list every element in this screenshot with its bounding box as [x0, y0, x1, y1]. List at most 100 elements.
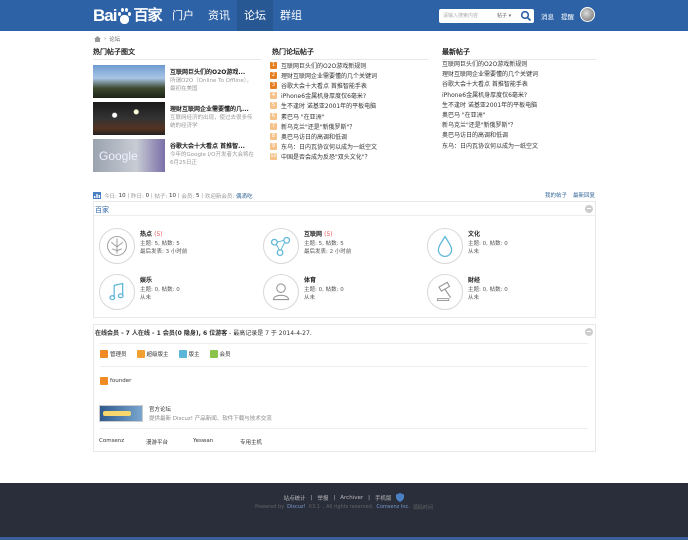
- comsenz-link[interactable]: Comsenz Inc.: [376, 504, 409, 511]
- search-box[interactable]: 请输入搜索内容 帖子 ▾: [439, 9, 534, 23]
- moderator-icon: [178, 350, 187, 358]
- list-item[interactable]: 6 素巴马 "在亚洲": [270, 111, 430, 121]
- friend-link[interactable]: Yeswan: [193, 438, 240, 446]
- forum-item[interactable]: 娱乐 主题: 0, 帖数: 0 从未: [93, 271, 253, 313]
- discuz-link[interactable]: Discuz!: [287, 504, 305, 511]
- shield-icon[interactable]: [396, 493, 405, 502]
- rank-badge: 2: [270, 71, 277, 79]
- collapse-icon[interactable]: [585, 328, 593, 336]
- hot-icon[interactable]: [99, 228, 135, 264]
- list-item[interactable]: 1 互联网巨头们的O2O游戏新规则: [270, 60, 430, 70]
- google-logo: Google: [99, 149, 138, 163]
- list-item[interactable]: 4 iPhone6金属机身厚度仅6毫米?: [270, 91, 430, 101]
- footer-archiver-link[interactable]: Archiver: [340, 495, 363, 501]
- list-item[interactable]: 2 理财互联网企业需要懂的几个关键词: [270, 70, 430, 80]
- search-icon[interactable]: [520, 10, 532, 22]
- list-item[interactable]: iPhone6金属机身厚度仅6毫米?: [442, 91, 597, 101]
- avatar[interactable]: [580, 7, 595, 22]
- list-item[interactable]: 5 生不逢时 诺基亚2001年的平板电脑: [270, 101, 430, 111]
- category-title[interactable]: 百家: [95, 205, 109, 215]
- forum-stats: 今日: 10 | 昨日: 0 | 帖子: 10 | 会员: 5 | 欢迎新会员:…: [93, 191, 595, 200]
- hot-topics-title: 热门论坛帖子: [272, 47, 428, 60]
- forum-name[interactable]: 热点: [140, 231, 152, 238]
- online-user[interactable]: founder: [100, 377, 131, 385]
- admin-icon: [100, 350, 108, 358]
- list-item[interactable]: 互联网巨头们的O2O游戏新规则: [442, 60, 597, 70]
- online-header[interactable]: 在线会员 - 7 人在线 - 1 会员(0 隐身), 6 位游客 - 最高记录是…: [94, 325, 595, 339]
- forum-name[interactable]: 财经: [468, 277, 480, 284]
- footer-mobile-link[interactable]: 手机版: [375, 494, 392, 502]
- breadcrumb: › 论坛: [94, 35, 120, 43]
- nav-groups[interactable]: 群组: [273, 0, 309, 31]
- footer-stats-link[interactable]: 站点统计: [284, 494, 306, 502]
- divider: [100, 343, 588, 344]
- search-input[interactable]: 请输入搜索内容: [443, 12, 478, 19]
- thumbnail[interactable]: Google: [93, 139, 165, 172]
- forum-name[interactable]: 娱乐: [140, 277, 152, 284]
- user-link[interactable]: founder: [110, 378, 131, 384]
- forum-item[interactable]: 体育 主题: 0, 帖数: 0 从未: [257, 271, 417, 313]
- nav-forum[interactable]: 论坛: [237, 0, 273, 31]
- pic-item[interactable]: 互联网巨头们的O2O游戏... 所谓O2O（Online To Offline）…: [93, 65, 268, 98]
- thumbnail[interactable]: [93, 102, 165, 135]
- member-icon: [209, 350, 218, 358]
- search-scope-select[interactable]: 帖子 ▾: [497, 12, 511, 19]
- list-item[interactable]: 9 东乌：日内瓦协议何以成为一纸空文: [270, 142, 430, 152]
- pic-item[interactable]: Google 谷歌大会十大看点 首推智... 今年的Google I/O开发者大…: [93, 139, 268, 172]
- forum-item[interactable]: 文化 主题: 0, 帖数: 0 从未: [421, 225, 581, 267]
- friend-link[interactable]: Comsenz: [99, 438, 146, 446]
- collapse-icon[interactable]: [585, 205, 593, 213]
- rank-badge: 10: [270, 153, 277, 161]
- forum-name[interactable]: 体育: [304, 277, 316, 284]
- thumbnail[interactable]: [93, 65, 165, 98]
- list-item[interactable]: 生不逢时 诺基亚2001年的平板电脑: [442, 101, 597, 111]
- paw-icon: [117, 7, 132, 24]
- messages-link[interactable]: 消息: [541, 11, 554, 21]
- list-item[interactable]: 10 中国是否会成为反恐"双头文化"？: [270, 152, 430, 162]
- nav-news[interactable]: 资讯: [201, 0, 237, 31]
- forum-item[interactable]: 热点 (5) 主题: 5, 帖数: 5 最后发表: 3 小时前: [93, 225, 253, 267]
- list-item[interactable]: 新乌克兰"还是"新俄罗斯"？: [442, 121, 597, 131]
- nav-portal[interactable]: 门户: [165, 0, 201, 31]
- list-item[interactable]: 东乌：日内瓦协议何以成为一纸空文: [442, 142, 597, 152]
- rank-badge: 6: [270, 112, 277, 120]
- list-item[interactable]: 谷歌大会十大看点 首推智能手表: [442, 80, 597, 90]
- breadcrumb-forum[interactable]: 论坛: [109, 35, 120, 43]
- new-member-link[interactable]: 偶滴吃: [236, 192, 253, 200]
- friend-link[interactable]: 专用主机: [240, 438, 262, 446]
- logo-text: Bai: [93, 6, 117, 25]
- site-logo[interactable]: Bai 百家: [93, 4, 162, 27]
- my-posts-link[interactable]: 我的帖子: [545, 191, 567, 199]
- rank-badge: 9: [270, 143, 277, 151]
- friend-link[interactable]: 漫游平台: [146, 438, 193, 446]
- forum-name[interactable]: 互联网: [304, 231, 322, 238]
- friend-links: Comsenz 漫游平台 Yeswan 专用主机: [99, 438, 262, 446]
- list-item[interactable]: 奥巴马访日的高调和低调: [442, 131, 597, 141]
- top-header: Bai 百家 门户 资讯 论坛 群组 请输入搜索内容 帖子 ▾ 消息 提醒: [0, 0, 688, 31]
- footer-report-link[interactable]: 举报: [317, 494, 328, 502]
- top-links: 消息 提醒: [541, 11, 574, 21]
- list-item[interactable]: 8 奥巴马访日的高调和低调: [270, 131, 430, 141]
- drop-icon[interactable]: [427, 228, 463, 264]
- latest-reply-link[interactable]: 最新回复: [573, 191, 595, 199]
- notifications-link[interactable]: 提醒: [561, 11, 574, 21]
- official-forum-title[interactable]: 官方论坛: [149, 405, 171, 413]
- home-icon[interactable]: [94, 36, 101, 42]
- theme-link[interactable]: 源码时间: [413, 504, 433, 511]
- list-item[interactable]: 3 谷歌大会十大看点 首推智能手表: [270, 80, 430, 90]
- network-icon[interactable]: [263, 228, 299, 264]
- pic-item[interactable]: 理财互联网企业需要懂的几... 互联网经济的出现，使过去很多传统的经济学: [93, 102, 268, 135]
- gavel-icon[interactable]: [427, 274, 463, 310]
- music-icon[interactable]: [99, 274, 135, 310]
- category-header[interactable]: 百家: [94, 202, 595, 216]
- admin-icon: [100, 377, 108, 385]
- person-icon[interactable]: [263, 274, 299, 310]
- forum-item[interactable]: 财经 主题: 0, 帖数: 0 从未: [421, 271, 581, 313]
- forum-name[interactable]: 文化: [468, 231, 480, 238]
- list-item[interactable]: 7 新乌克兰"还是"新俄罗斯"？: [270, 121, 430, 131]
- list-item[interactable]: 奥巴马 "在亚洲": [442, 111, 597, 121]
- forum-item[interactable]: 互联网 (5) 主题: 5, 帖数: 5 最后发表: 2 小时前: [257, 225, 417, 267]
- list-item[interactable]: 理财互联网企业需要懂的几个关键词: [442, 70, 597, 80]
- divider: [100, 428, 588, 429]
- discuz-banner[interactable]: [99, 405, 143, 422]
